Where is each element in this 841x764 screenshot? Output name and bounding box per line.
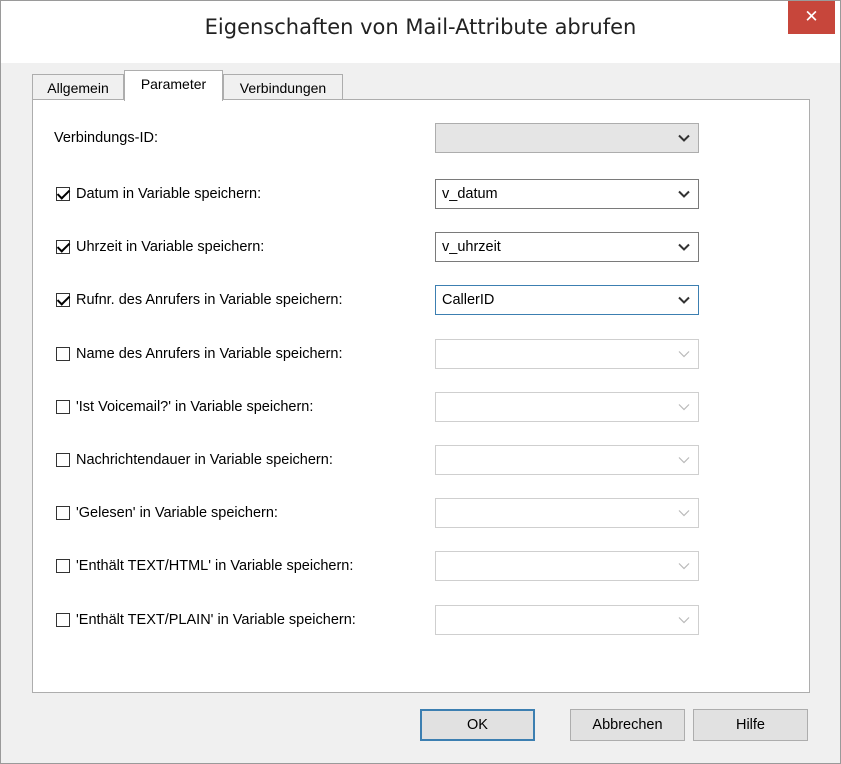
checkbox[interactable] <box>56 400 70 414</box>
variable-dropdown <box>435 392 699 422</box>
window-title: Eigenschaften von Mail-Attribute abrufen <box>204 15 637 39</box>
cancel-button[interactable]: Abbrechen <box>570 709 685 741</box>
option-row-2[interactable]: Rufnr. des Anrufers in Variable speicher… <box>56 289 343 311</box>
checkbox[interactable] <box>56 506 70 520</box>
chevron-down-icon <box>678 241 690 253</box>
chevron-down-icon <box>678 454 690 466</box>
variable-value: v_uhrzeit <box>442 239 501 255</box>
option-row-1[interactable]: Uhrzeit in Variable speichern: <box>56 236 264 258</box>
chevron-down-icon <box>678 560 690 572</box>
variable-dropdown <box>435 339 699 369</box>
checkbox[interactable] <box>56 187 70 201</box>
variable-dropdown[interactable]: CallerID <box>435 285 699 315</box>
option-label: 'Ist Voicemail?' in Variable speichern: <box>76 399 314 415</box>
option-row-6[interactable]: 'Gelesen' in Variable speichern: <box>56 502 278 524</box>
connection-id-label: Verbindungs-ID: <box>54 127 158 149</box>
option-label: Datum in Variable speichern: <box>76 186 262 202</box>
variable-value: CallerID <box>442 292 495 308</box>
checkbox[interactable] <box>56 613 70 627</box>
option-label: Name des Anrufers in Variable speichern: <box>76 346 343 362</box>
variable-dropdown <box>435 551 699 581</box>
variable-dropdown <box>435 605 699 635</box>
tab-allgemein[interactable]: Allgemein <box>32 74 124 100</box>
connection-id-dropdown[interactable] <box>435 123 699 153</box>
checkbox[interactable] <box>56 240 70 254</box>
tab-verbindungen[interactable]: Verbindungen <box>223 74 343 100</box>
checkbox[interactable] <box>56 453 70 467</box>
ok-button[interactable]: OK <box>420 709 535 741</box>
help-button[interactable]: Hilfe <box>693 709 808 741</box>
chevron-down-icon <box>678 614 690 626</box>
connection-id-label-text: Verbindungs-ID: <box>54 130 158 146</box>
parameter-panel: Verbindungs-ID: Datum in Variable speich… <box>32 99 810 693</box>
close-button[interactable]: ✕ <box>788 1 835 34</box>
option-label: 'Enthält TEXT/PLAIN' in Variable speiche… <box>76 612 356 628</box>
tab-parameter[interactable]: Parameter <box>124 70 223 101</box>
option-row-5[interactable]: Nachrichtendauer in Variable speichern: <box>56 449 333 471</box>
option-label: Uhrzeit in Variable speichern: <box>76 239 265 255</box>
variable-dropdown <box>435 445 699 475</box>
option-row-8[interactable]: 'Enthält TEXT/PLAIN' in Variable speiche… <box>56 609 356 631</box>
close-icon: ✕ <box>804 7 819 27</box>
option-label: Rufnr. des Anrufers in Variable speicher… <box>76 292 343 308</box>
checkbox[interactable] <box>56 293 70 307</box>
option-row-7[interactable]: 'Enthält TEXT/HTML' in Variable speicher… <box>56 555 353 577</box>
option-row-4[interactable]: 'Ist Voicemail?' in Variable speichern: <box>56 396 313 418</box>
variable-dropdown[interactable]: v_uhrzeit <box>435 232 699 262</box>
option-label: 'Gelesen' in Variable speichern: <box>76 505 278 521</box>
variable-dropdown[interactable]: v_datum <box>435 179 699 209</box>
option-row-0[interactable]: Datum in Variable speichern: <box>56 183 261 205</box>
chevron-down-icon <box>678 132 690 144</box>
option-row-3[interactable]: Name des Anrufers in Variable speichern: <box>56 343 343 365</box>
chevron-down-icon <box>678 188 690 200</box>
chevron-down-icon <box>678 348 690 360</box>
dialog-window: Eigenschaften von Mail-Attribute abrufen… <box>0 0 841 764</box>
title-bar: Eigenschaften von Mail-Attribute abrufen… <box>1 1 840 63</box>
checkbox[interactable] <box>56 559 70 573</box>
option-label: 'Enthält TEXT/HTML' in Variable speicher… <box>76 558 354 574</box>
option-label: Nachrichtendauer in Variable speichern: <box>76 452 333 468</box>
chevron-down-icon <box>678 294 690 306</box>
checkbox[interactable] <box>56 347 70 361</box>
chevron-down-icon <box>678 401 690 413</box>
variable-dropdown <box>435 498 699 528</box>
variable-value: v_datum <box>442 186 498 202</box>
chevron-down-icon <box>678 507 690 519</box>
